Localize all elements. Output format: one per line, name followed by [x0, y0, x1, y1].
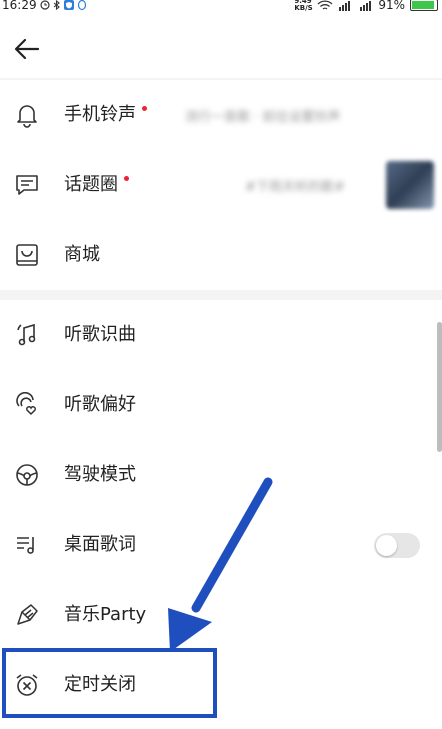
arrow-left-icon[interactable]: [12, 34, 42, 64]
bell-icon: [17, 105, 37, 128]
top-bar: [0, 14, 442, 78]
battery-icon: [410, 0, 438, 11]
menu-label: 音乐Party: [64, 604, 147, 625]
menu-label: 驾驶模式: [64, 464, 136, 485]
toggle-knob: [376, 535, 397, 556]
menu-label: 听歌识曲: [64, 324, 136, 345]
shopping-bag-icon: [16, 244, 38, 266]
lyrics-icon: [17, 537, 34, 554]
menu-item-party[interactable]: 音乐Party: [0, 580, 442, 650]
menu-label: 手机铃声: [64, 102, 147, 128]
menu-item-ringtone[interactable]: 手机铃声 流行一首歌 · 前往设置铃声: [0, 80, 442, 150]
topic-thumbnail: [386, 161, 434, 209]
ear-heart-icon: [16, 392, 36, 416]
lyrics-toggle[interactable]: [374, 533, 420, 558]
scrollbar[interactable]: [437, 322, 442, 452]
status-time: 16:29: [2, 0, 37, 12]
menu-item-driving[interactable]: 驾驶模式: [0, 440, 442, 510]
menu-label: 桌面歌词: [64, 534, 136, 555]
menu-label: 商城: [64, 244, 100, 265]
new-dot: [124, 176, 129, 181]
menu-item-preference[interactable]: 听歌偏好: [0, 370, 442, 440]
menu-item-recognize[interactable]: 听歌识曲: [0, 300, 442, 370]
signal-icon-2: [360, 0, 372, 11]
menu-item-topics[interactable]: 话题圈 #下雨天听的歌#: [0, 150, 442, 220]
music-note-icon: [17, 323, 36, 346]
settings-group-1: 手机铃声 流行一首歌 · 前往设置铃声 话题圈 #下雨天听的歌# 商城: [0, 80, 442, 290]
party-horn-icon: [17, 604, 38, 625]
chat-bubble-icon: [16, 175, 38, 195]
battery-percent: 91%: [378, 0, 405, 12]
qq-icon: [77, 0, 86, 10]
menu-subtitle: 流行一首歌 · 前往设置铃声: [185, 110, 341, 125]
new-dot: [142, 106, 147, 111]
steering-wheel-icon: [16, 464, 38, 486]
highlight-box: [2, 648, 217, 718]
status-bar: 16:29 9.49 KB/S 91%: [0, 0, 442, 14]
menu-label: 听歌偏好: [64, 394, 136, 415]
signal-icon: [339, 0, 351, 11]
bluetooth-icon: [53, 0, 60, 10]
menu-label: 话题圈: [64, 172, 129, 198]
alarm-icon: [39, 0, 50, 10]
wifi-icon: [317, 0, 333, 10]
net-speed: 9.49 KB/S: [294, 0, 313, 12]
menu-subtitle: #下雨天听的歌#: [245, 180, 345, 195]
menu-item-lyrics[interactable]: 桌面歌词: [0, 510, 442, 580]
shield-icon: [63, 0, 74, 10]
menu-item-mall[interactable]: 商城: [0, 220, 442, 290]
